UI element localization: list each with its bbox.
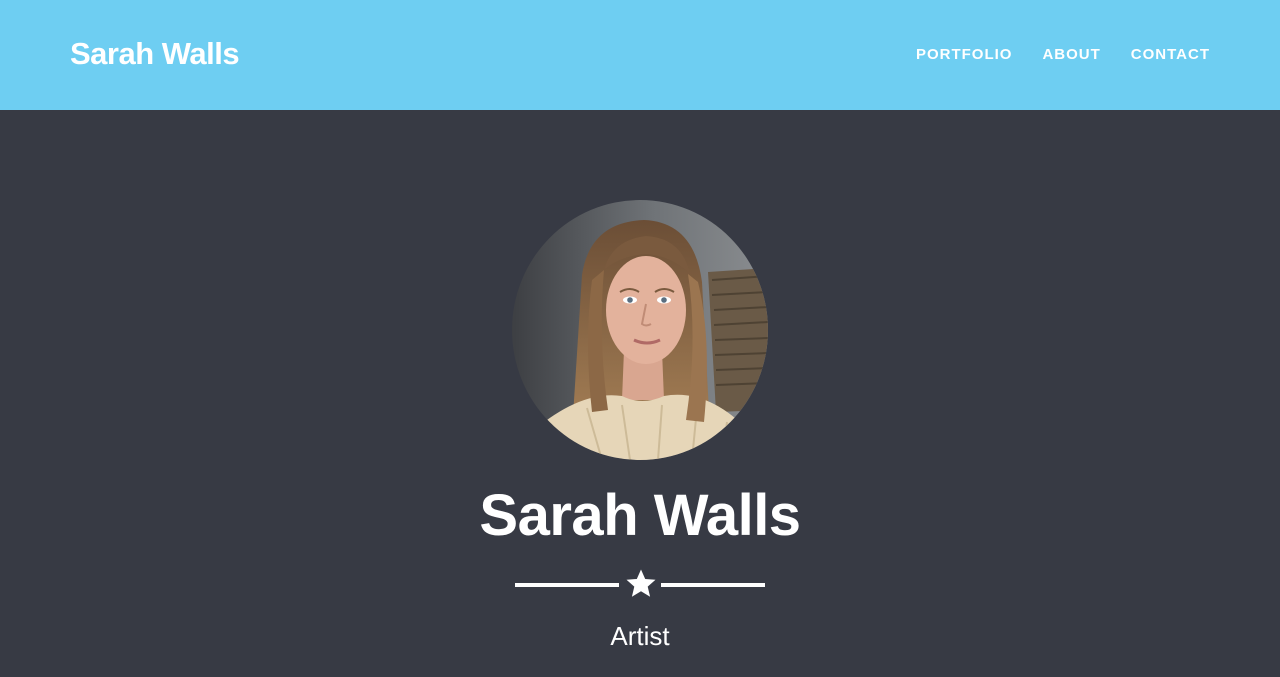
navbar: Sarah Walls PORTFOLIO ABOUT CONTACT <box>0 0 1280 110</box>
nav-item-about[interactable]: ABOUT <box>1042 46 1100 63</box>
divider-line-right <box>661 583 765 587</box>
nav-menu: PORTFOLIO ABOUT CONTACT <box>886 46 1210 63</box>
avatar <box>512 200 768 460</box>
star-icon <box>625 568 657 600</box>
nav-item-contact[interactable]: CONTACT <box>1131 46 1210 63</box>
hero-title: Sarah Walls <box>479 483 801 548</box>
star-divider <box>515 568 765 602</box>
brand-link[interactable]: Sarah Walls <box>70 36 240 72</box>
hero-section: Sarah Walls Artist <box>0 110 1280 677</box>
hero-subtitle: Artist <box>610 621 670 651</box>
divider-line-left <box>515 583 619 587</box>
nav-item-portfolio[interactable]: PORTFOLIO <box>916 46 1013 63</box>
